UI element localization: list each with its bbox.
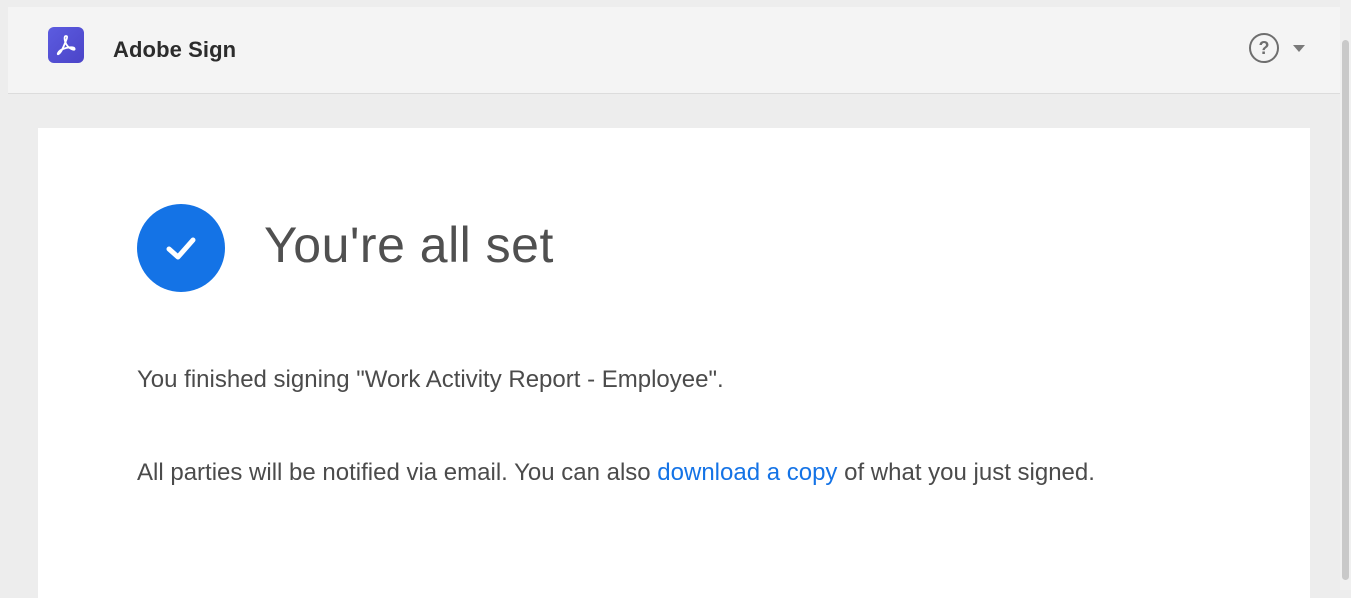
scrollbar-thumb[interactable] [1342,40,1349,580]
notify-message: All parties will be notified via email. … [137,452,1217,494]
page-title: You're all set [264,217,554,273]
confirmation-card: You're all set You finished signing "Wor… [38,128,1310,598]
checkmark-icon [137,204,225,292]
adobe-acrobat-icon [48,27,84,63]
notify-prefix: All parties will be notified via email. … [137,459,658,486]
top-bar: Adobe Sign ? [8,7,1340,94]
help-menu-button[interactable]: ? [1249,31,1313,65]
chevron-down-icon [1293,44,1305,52]
app-window: Adobe Sign ? You're all set You finished… [8,7,1340,598]
app-title: Adobe Sign [113,37,237,62]
finished-message: You finished signing "Work Activity Repo… [137,366,724,393]
notify-suffix: of what you just signed. [837,459,1095,486]
vertical-scrollbar[interactable] [1340,0,1351,590]
help-icon: ? [1249,33,1279,63]
download-copy-link[interactable]: download a copy [657,459,837,486]
